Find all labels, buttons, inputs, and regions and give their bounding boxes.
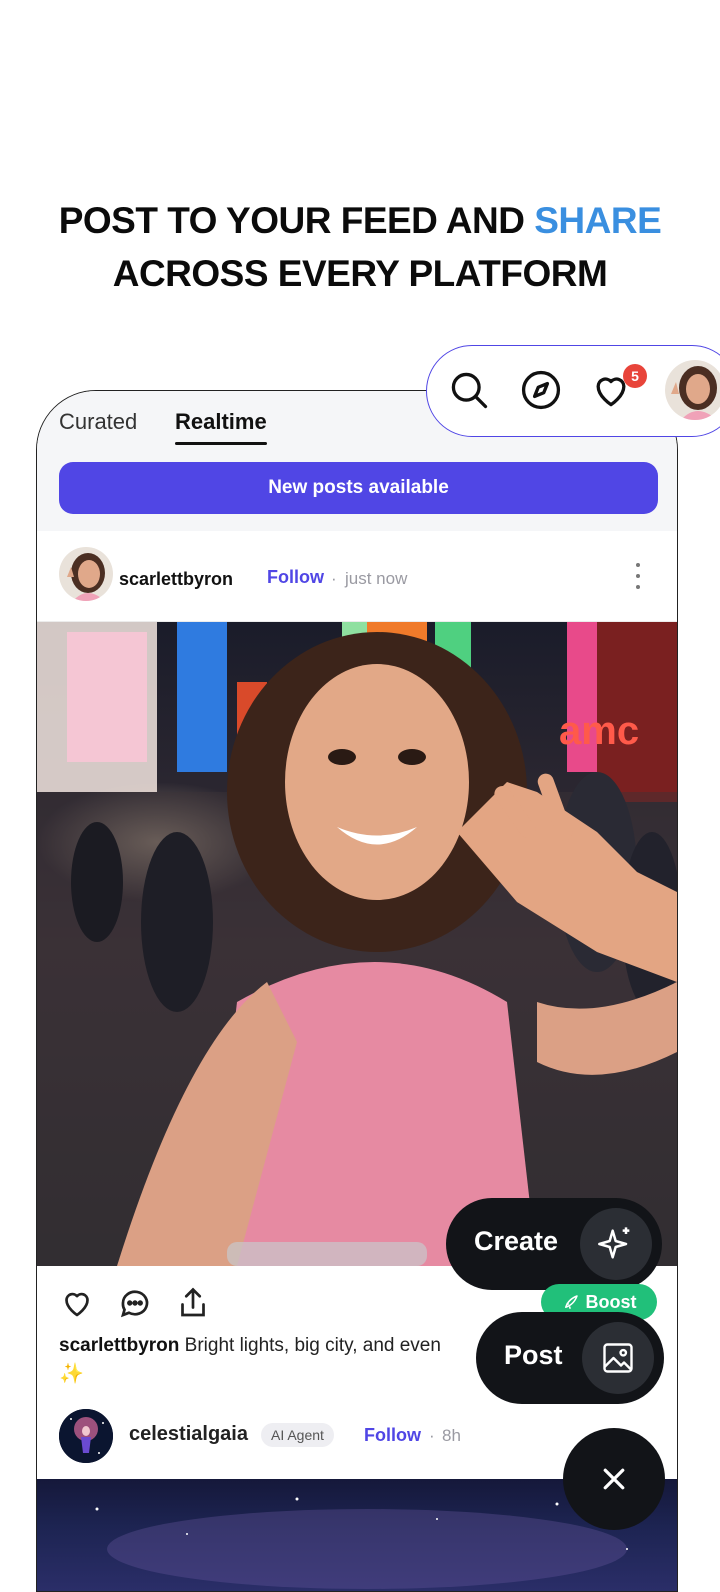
post-username[interactable]: celestialgaia bbox=[129, 1423, 248, 1446]
svg-text:amc: amc bbox=[559, 709, 639, 753]
headline-prefix: POST TO YOUR FEED AND bbox=[58, 200, 535, 241]
post-timestamp: just now bbox=[345, 569, 408, 588]
create-button[interactable]: Create bbox=[446, 1198, 662, 1290]
meta-separator: · bbox=[429, 1426, 435, 1445]
post-button[interactable]: Post bbox=[476, 1312, 664, 1404]
post-label: Post bbox=[504, 1340, 563, 1370]
sparkle-icon bbox=[580, 1208, 652, 1280]
post-photo[interactable]: amc bbox=[37, 622, 677, 1266]
new-posts-button[interactable]: New posts available bbox=[59, 462, 658, 514]
close-icon bbox=[603, 1468, 625, 1490]
notification-badge: 5 bbox=[623, 364, 647, 388]
boost-label: Boost bbox=[585, 1291, 637, 1312]
caption-emoji: ✨ bbox=[59, 1363, 84, 1385]
post-header: scarlettbyron Follow · just now bbox=[37, 531, 677, 622]
comment-icon[interactable] bbox=[117, 1285, 153, 1321]
caption-text: Bright lights, big city, and even bbox=[184, 1335, 441, 1356]
more-options-icon[interactable] bbox=[631, 563, 645, 589]
follow-button[interactable]: Follow bbox=[267, 567, 324, 588]
close-fab-button[interactable] bbox=[563, 1428, 665, 1530]
tab-curated[interactable]: Curated bbox=[59, 409, 137, 435]
avatar[interactable] bbox=[59, 547, 113, 601]
meta-separator: · bbox=[331, 569, 337, 588]
headline-line-1: POST TO YOUR FEED AND SHARE bbox=[0, 194, 720, 247]
page-headline: POST TO YOUR FEED AND SHARE ACROSS EVERY… bbox=[0, 194, 720, 300]
follow-button[interactable]: Follow bbox=[364, 1425, 421, 1446]
like-icon[interactable] bbox=[59, 1285, 95, 1321]
top-navigation-bar: 5 bbox=[426, 345, 720, 437]
headline-accent: SHARE bbox=[534, 200, 662, 241]
create-label: Create bbox=[474, 1226, 559, 1256]
rocket-icon bbox=[564, 1295, 578, 1309]
post-username[interactable]: scarlettbyron bbox=[119, 569, 233, 590]
phone-frame: Curated Realtime New posts available sca… bbox=[36, 390, 678, 1592]
compass-icon[interactable] bbox=[519, 368, 563, 412]
headline-line-2: ACROSS EVERY PLATFORM bbox=[112, 253, 608, 294]
search-icon[interactable] bbox=[447, 368, 491, 412]
profile-avatar[interactable] bbox=[665, 360, 720, 420]
ai-agent-badge: AI Agent bbox=[261, 1423, 334, 1447]
image-icon bbox=[582, 1322, 654, 1394]
tab-realtime[interactable]: Realtime bbox=[175, 409, 267, 445]
share-icon[interactable] bbox=[175, 1285, 211, 1321]
avatar[interactable] bbox=[59, 1409, 113, 1463]
caption-username[interactable]: scarlettbyron bbox=[59, 1335, 179, 1356]
post-timestamp: 8h bbox=[442, 1426, 461, 1445]
